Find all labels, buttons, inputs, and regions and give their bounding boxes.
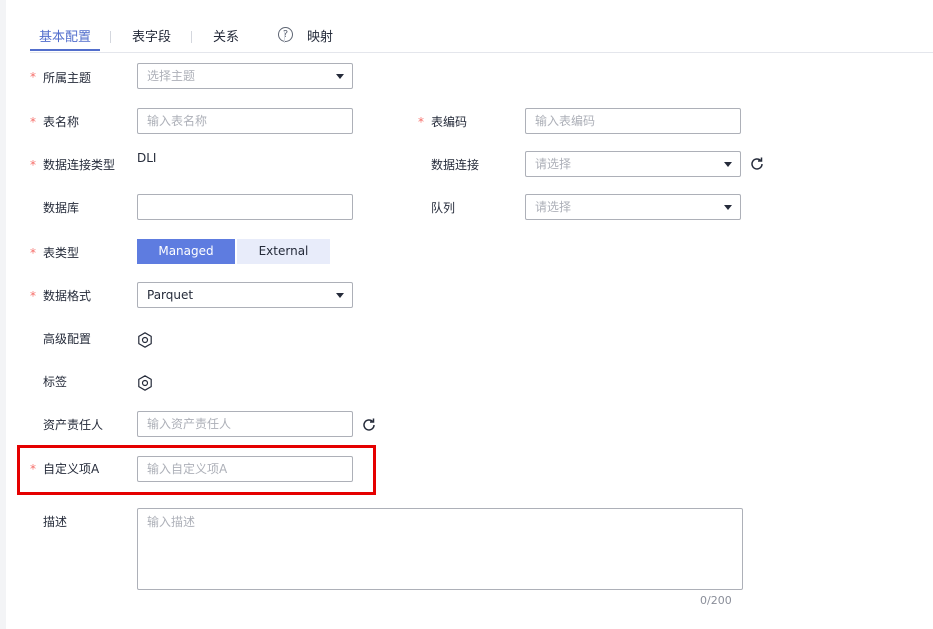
left-edge-panel: [0, 0, 6, 629]
advanced-label: 高级配置: [43, 332, 92, 346]
chevron-down-icon: [336, 293, 344, 298]
required-mark: *: [30, 115, 36, 129]
gear-icon[interactable]: [136, 374, 154, 392]
tab-table-fields[interactable]: 表字段: [132, 26, 171, 45]
table-code-label: 表编码: [431, 115, 468, 129]
required-mark: *: [30, 158, 36, 172]
table-code-input[interactable]: 输入表编码: [525, 108, 741, 134]
required-mark: *: [30, 70, 36, 84]
required-mark: *: [30, 462, 36, 476]
required-mark: *: [30, 289, 36, 303]
data-conn-select[interactable]: 请选择: [525, 151, 741, 177]
table-name-input[interactable]: 输入表名称: [137, 108, 353, 134]
table-code-placeholder: 输入表编码: [535, 114, 596, 128]
tags-label: 标签: [43, 375, 68, 389]
chevron-down-icon: [724, 205, 732, 210]
question-circle-icon[interactable]: ?: [278, 27, 293, 42]
tab-divider: [110, 31, 111, 43]
queue-label: 队列: [431, 201, 456, 215]
custom-a-label: 自定义项A: [43, 462, 100, 476]
description-textarea[interactable]: 输入描述: [137, 508, 743, 590]
database-label: 数据库: [43, 201, 80, 215]
data-conn-label: 数据连接: [431, 158, 480, 172]
active-tab-indicator: [30, 49, 100, 51]
tab-divider: [191, 31, 192, 43]
table-name-placeholder: 输入表名称: [147, 114, 208, 128]
description-label: 描述: [43, 515, 68, 529]
data-format-value: Parquet: [147, 288, 194, 302]
database-input[interactable]: [137, 194, 353, 220]
table-type-label: 表类型: [43, 246, 80, 260]
tab-mapping[interactable]: 映射: [307, 26, 333, 45]
owner-placeholder: 输入资产责任人: [147, 417, 232, 431]
description-char-counter: 0/200: [700, 594, 732, 607]
gear-icon[interactable]: [136, 331, 154, 349]
refresh-icon[interactable]: [749, 156, 765, 172]
owner-input[interactable]: 输入资产责任人: [137, 411, 353, 437]
table-type-external-button[interactable]: External: [237, 239, 330, 264]
table-name-label: 表名称: [43, 115, 80, 129]
required-mark: *: [30, 246, 36, 260]
subject-label: 所属主题: [43, 71, 92, 85]
owner-label: 资产责任人: [43, 418, 104, 432]
description-placeholder: 输入描述: [147, 515, 196, 529]
data-conn-placeholder: 请选择: [535, 157, 572, 171]
custom-a-input[interactable]: 输入自定义项A: [137, 456, 353, 482]
data-format-label: 数据格式: [43, 289, 92, 303]
custom-a-placeholder: 输入自定义项A: [147, 462, 228, 476]
chevron-down-icon: [724, 162, 732, 167]
data-format-select[interactable]: Parquet: [137, 282, 353, 308]
refresh-icon[interactable]: [361, 417, 377, 433]
subject-placeholder: 选择主题: [147, 69, 196, 83]
tab-bar: 基本配置 表字段 关系 ? 映射: [30, 20, 933, 53]
tab-divider: [284, 31, 285, 43]
subject-select[interactable]: 选择主题: [137, 63, 353, 89]
queue-select[interactable]: 请选择: [525, 194, 741, 220]
conn-type-label: 数据连接类型: [43, 158, 116, 172]
tab-basic-config[interactable]: 基本配置: [39, 26, 91, 45]
conn-type-value: DLI: [137, 151, 157, 165]
chevron-down-icon: [336, 74, 344, 79]
queue-placeholder: 请选择: [535, 200, 572, 214]
tab-relations[interactable]: 关系: [213, 26, 239, 45]
table-type-managed-button[interactable]: Managed: [137, 239, 235, 264]
required-mark: *: [418, 115, 424, 129]
